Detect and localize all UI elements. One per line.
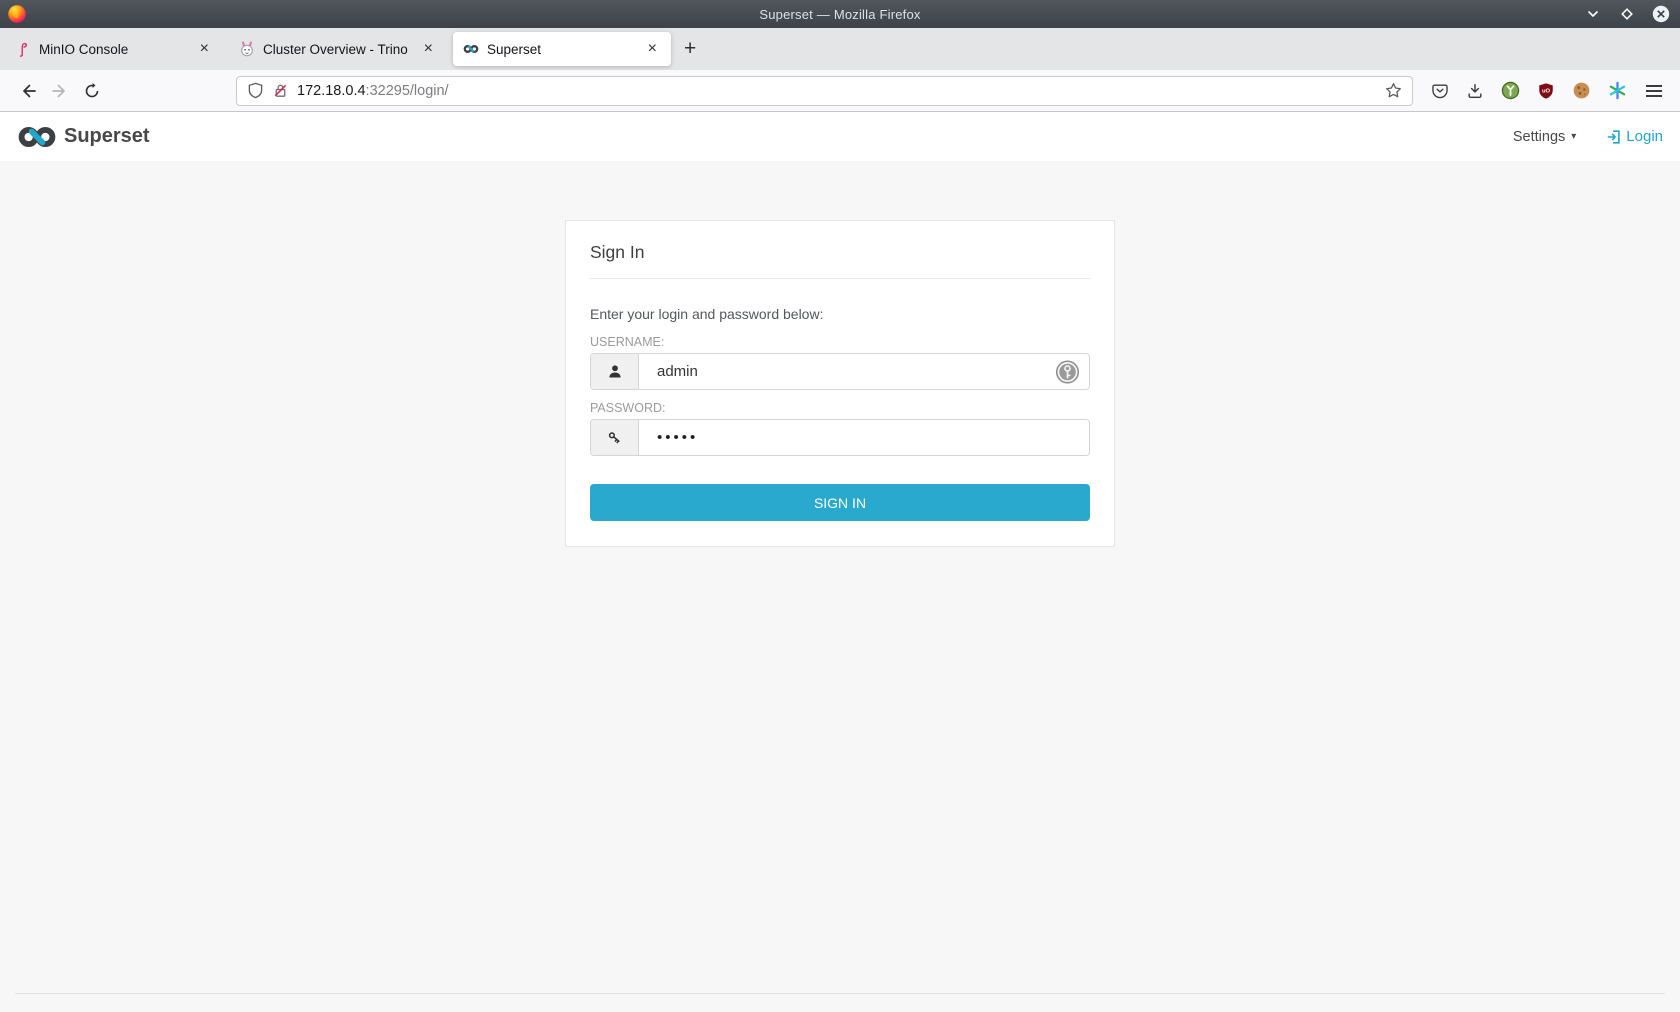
- window-controls: [1584, 0, 1670, 28]
- tab-superset-active[interactable]: Superset ×: [453, 32, 671, 66]
- colorful-asterisk-extension-icon[interactable]: [1608, 81, 1627, 100]
- login-label: Login: [1626, 128, 1663, 145]
- password-input[interactable]: [639, 420, 1089, 455]
- browser-window: Superset — Mozilla Firefox MinIO Con: [0, 0, 1680, 1012]
- pocket-icon[interactable]: [1431, 82, 1449, 100]
- sign-in-instruction: Enter your login and password below:: [590, 306, 1090, 322]
- cookie-extension-icon[interactable]: [1572, 81, 1591, 100]
- firefox-icon: [7, 4, 27, 24]
- maximize-icon[interactable]: [1618, 5, 1636, 23]
- username-input[interactable]: [639, 354, 1089, 389]
- password-manager-key-icon[interactable]: [1055, 359, 1080, 384]
- chevron-down-icon: ▾: [1571, 131, 1576, 142]
- password-label: PASSWORD:: [590, 401, 1090, 415]
- window-title: Superset — Mozilla Firefox: [0, 7, 1680, 22]
- tab-close-icon[interactable]: ×: [196, 39, 213, 59]
- superset-navbar: Superset Settings ▾ Login: [0, 112, 1680, 161]
- menu-hamburger-icon[interactable]: [1644, 81, 1664, 101]
- superset-brand[interactable]: Superset: [17, 125, 150, 149]
- superset-favicon: [463, 41, 479, 57]
- tab-close-icon[interactable]: ×: [420, 39, 437, 59]
- username-input-group: [590, 353, 1090, 390]
- tab-label: Cluster Overview - Trino: [263, 42, 412, 57]
- url-bar[interactable]: 172.18.0.4:32295/login/: [236, 76, 1413, 106]
- navbar-right: Settings ▾ Login: [1513, 128, 1663, 145]
- forward-button[interactable]: [44, 76, 76, 106]
- green-extension-icon[interactable]: [1501, 81, 1520, 100]
- url-text[interactable]: 172.18.0.4:32295/login/: [297, 83, 449, 99]
- downloads-icon[interactable]: [1466, 82, 1484, 100]
- tracking-shield-icon[interactable]: [247, 82, 264, 99]
- tab-minio-console[interactable]: MinIO Console ×: [5, 32, 223, 66]
- new-tab-button[interactable]: +: [674, 35, 706, 63]
- toolbar-extensions: uO: [1431, 81, 1668, 101]
- password-input-group: [590, 419, 1090, 456]
- username-label: USERNAME:: [590, 335, 1090, 349]
- footer-divider: [15, 993, 1665, 994]
- tab-label: MinIO Console: [39, 42, 188, 57]
- insecure-lock-icon[interactable]: [272, 82, 289, 99]
- tab-bar: MinIO Console × Cluster Overview - Trino…: [0, 28, 1680, 70]
- brand-name: Superset: [64, 125, 150, 148]
- url-path: :32295/login/: [366, 83, 449, 99]
- login-link[interactable]: Login: [1606, 128, 1663, 145]
- minimize-icon[interactable]: [1584, 5, 1602, 23]
- sign-in-button[interactable]: SIGN IN: [590, 484, 1090, 521]
- svg-text:uO: uO: [1542, 88, 1551, 94]
- back-button[interactable]: [12, 76, 44, 106]
- settings-label: Settings: [1513, 129, 1565, 145]
- tab-label: Superset: [487, 42, 636, 57]
- bookmark-star-icon[interactable]: [1385, 82, 1402, 99]
- tab-close-icon[interactable]: ×: [644, 39, 661, 59]
- url-host: 172.18.0.4: [297, 83, 366, 99]
- settings-menu[interactable]: Settings ▾: [1513, 129, 1576, 145]
- reload-button[interactable]: [76, 76, 108, 106]
- sign-in-card: Sign In Enter your login and password be…: [565, 220, 1115, 547]
- superset-logo-icon: [17, 125, 57, 149]
- page-content: Sign In Enter your login and password be…: [0, 161, 1680, 1012]
- key-icon: [591, 420, 639, 455]
- navigation-toolbar: 172.18.0.4:32295/login/ uO: [0, 70, 1680, 112]
- tab-trino-cluster-overview[interactable]: Cluster Overview - Trino ×: [229, 32, 447, 66]
- minio-flamingo-icon: [15, 41, 31, 57]
- close-icon[interactable]: [1652, 5, 1670, 23]
- titlebar: Superset — Mozilla Firefox: [0, 0, 1680, 28]
- sign-in-title: Sign In: [590, 242, 1090, 279]
- user-icon: [591, 354, 639, 389]
- sign-in-icon: [1606, 129, 1622, 145]
- ublock-origin-icon[interactable]: uO: [1537, 82, 1555, 100]
- trino-bunny-icon: [239, 41, 255, 57]
